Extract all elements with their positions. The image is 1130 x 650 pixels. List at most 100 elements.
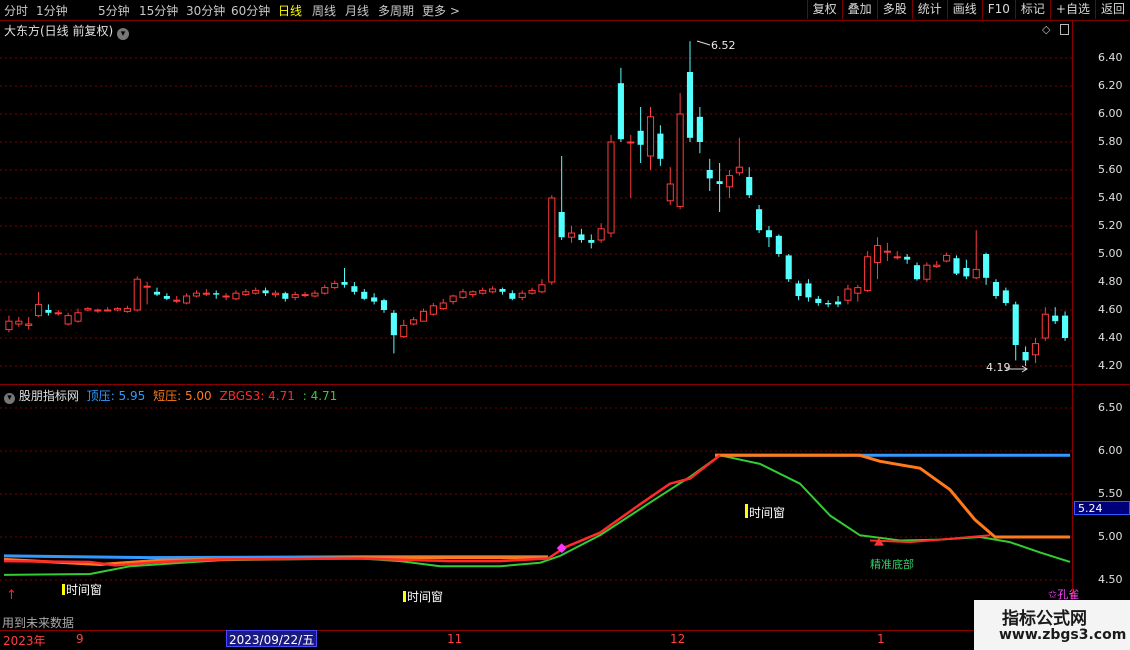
candle[interactable]	[646, 107, 655, 170]
candle[interactable]	[815, 296, 822, 306]
candle[interactable]	[271, 290, 279, 298]
candle[interactable]	[923, 262, 931, 282]
candle[interactable]	[992, 279, 1000, 299]
selected-date[interactable]: 2023/09/22/五	[226, 630, 318, 647]
candle[interactable]	[232, 290, 240, 301]
candle[interactable]	[380, 298, 388, 313]
candle[interactable]	[844, 284, 852, 305]
candle[interactable]	[439, 298, 447, 310]
candle[interactable]	[351, 282, 358, 295]
candle[interactable]	[883, 242, 891, 261]
candle[interactable]	[735, 137, 743, 176]
candle[interactable]	[775, 234, 782, 257]
candle[interactable]	[706, 158, 713, 191]
candle[interactable]	[74, 308, 82, 323]
candle[interactable]	[972, 230, 980, 280]
candle[interactable]	[805, 279, 812, 302]
candle[interactable]	[489, 286, 497, 294]
candle[interactable]	[893, 251, 901, 260]
candle[interactable]	[873, 237, 882, 280]
candle[interactable]	[94, 308, 102, 313]
candle[interactable]	[666, 167, 674, 205]
candle[interactable]	[538, 279, 546, 294]
candle[interactable]	[252, 287, 260, 295]
candle[interactable]	[578, 228, 585, 243]
candle[interactable]	[518, 290, 526, 301]
candle[interactable]	[143, 282, 151, 305]
candle[interactable]	[192, 290, 201, 298]
candle[interactable]	[637, 107, 644, 163]
candle[interactable]	[34, 291, 43, 317]
candle[interactable]	[825, 300, 832, 308]
candle[interactable]	[785, 254, 792, 282]
candle[interactable]	[1031, 338, 1040, 364]
candle[interactable]	[943, 252, 951, 263]
candle[interactable]	[913, 262, 921, 281]
candle[interactable]	[291, 291, 299, 301]
candle[interactable]	[449, 294, 457, 305]
candle[interactable]	[617, 67, 624, 142]
candlestick-chart[interactable]	[0, 0, 1072, 384]
candle[interactable]	[104, 307, 112, 312]
candle[interactable]	[854, 284, 862, 302]
candle[interactable]	[676, 93, 684, 210]
candle[interactable]	[1012, 301, 1019, 361]
candle[interactable]	[222, 293, 230, 301]
candle[interactable]	[282, 291, 289, 302]
candle[interactable]	[15, 317, 23, 327]
candle[interactable]	[933, 261, 941, 268]
candle[interactable]	[509, 290, 516, 301]
candle[interactable]	[795, 280, 802, 301]
candle[interactable]	[1052, 307, 1059, 324]
candle[interactable]	[1002, 287, 1009, 306]
back-button[interactable]: 返回	[1094, 0, 1130, 19]
candle[interactable]	[163, 293, 170, 301]
candle[interactable]	[390, 310, 397, 354]
candle[interactable]	[834, 296, 842, 308]
candle[interactable]	[1041, 307, 1049, 341]
candle[interactable]	[983, 252, 990, 285]
candle[interactable]	[479, 287, 487, 295]
candle[interactable]	[725, 170, 734, 198]
candle[interactable]	[657, 125, 664, 166]
candle[interactable]	[1062, 311, 1069, 341]
candle[interactable]	[765, 226, 773, 247]
candle[interactable]	[1022, 346, 1029, 366]
candle[interactable]	[183, 293, 191, 305]
candle[interactable]	[558, 156, 565, 240]
candle[interactable]	[123, 305, 131, 313]
candle[interactable]	[696, 107, 703, 154]
candle[interactable]	[499, 287, 506, 295]
candle[interactable]	[45, 304, 52, 316]
candle[interactable]	[963, 259, 970, 280]
candle[interactable]	[597, 223, 605, 243]
candle[interactable]	[301, 291, 309, 298]
candle[interactable]	[262, 287, 269, 296]
candle[interactable]	[64, 312, 72, 326]
candle[interactable]	[686, 41, 694, 142]
candle[interactable]	[469, 290, 477, 298]
candle[interactable]	[371, 293, 378, 305]
candle[interactable]	[746, 167, 753, 198]
candle[interactable]	[341, 268, 348, 288]
candle[interactable]	[153, 287, 161, 296]
candle[interactable]	[321, 284, 329, 295]
candle[interactable]	[202, 289, 210, 296]
candle[interactable]	[588, 234, 595, 249]
candle[interactable]	[242, 289, 250, 296]
candle[interactable]	[607, 135, 615, 238]
candle[interactable]	[567, 226, 576, 243]
indicator-chart[interactable]	[0, 384, 1072, 630]
candle[interactable]	[410, 317, 418, 326]
candle[interactable]	[548, 195, 556, 285]
candle[interactable]	[113, 307, 122, 312]
candle[interactable]	[213, 290, 220, 299]
candle[interactable]	[953, 255, 960, 275]
candle[interactable]	[5, 315, 13, 333]
candle[interactable]	[84, 307, 92, 312]
candle[interactable]	[528, 287, 536, 295]
candle[interactable]	[864, 251, 872, 292]
candle[interactable]	[311, 290, 319, 298]
candle[interactable]	[361, 289, 368, 301]
candle[interactable]	[429, 303, 437, 316]
